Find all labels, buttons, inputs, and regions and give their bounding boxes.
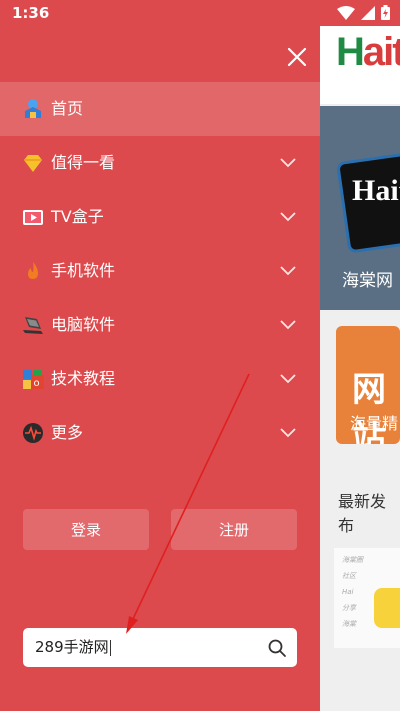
- thumb-decor: 海棠圈 社区 Hai 分享 海棠: [342, 556, 363, 628]
- menu-label: 值得一看: [51, 153, 116, 172]
- menu-label: 电脑软件: [51, 315, 116, 334]
- pulse-icon: [23, 423, 43, 443]
- close-icon: [287, 47, 307, 67]
- system-icons: [337, 5, 390, 20]
- status-bar: 1:36: [0, 0, 400, 26]
- chevron-down-icon: [280, 212, 296, 222]
- promo-caption: 海量精: [350, 414, 399, 433]
- navigation-drawer: 首页 值得一看 TV盒子 手机软件 电脑软件 o 技术教程 更多 登录 注册 2…: [0, 26, 320, 711]
- menu-item-pc-software[interactable]: 电脑软件: [0, 298, 320, 352]
- diamond-icon: [24, 155, 42, 172]
- wifi-icon: [337, 5, 355, 20]
- menu-item-more[interactable]: 更多: [0, 406, 320, 460]
- menu-item-worth-seeing[interactable]: 值得一看: [0, 136, 320, 190]
- site-logo: Hait: [336, 30, 400, 74]
- tv-overlay-text: Hait: [352, 174, 400, 207]
- search-input[interactable]: 289手游网: [35, 628, 111, 667]
- office-icon: o: [23, 370, 44, 389]
- menu-label: 手机软件: [51, 261, 116, 280]
- chevron-down-icon: [280, 428, 296, 438]
- menu-item-tutorials[interactable]: o 技术教程: [0, 352, 320, 406]
- background-page: Hait Hait 海棠网 网站 海量精 最新发布 海棠圈社区Hai分享海棠: [320, 26, 400, 711]
- search-icon[interactable]: [267, 638, 287, 658]
- promo-card[interactable]: 网站 海量精: [336, 326, 400, 444]
- text-caret: [109, 639, 111, 656]
- menu-label: TV盒子: [51, 207, 104, 226]
- menu-label: 首页: [51, 99, 84, 118]
- featured-caption: 海棠网: [342, 271, 393, 291]
- register-button[interactable]: 注册: [171, 509, 297, 550]
- tv-play-icon: [23, 210, 43, 225]
- chevron-down-icon: [280, 320, 296, 330]
- chevron-down-icon: [280, 374, 296, 384]
- menu-item-home[interactable]: 首页: [0, 82, 320, 136]
- status-time: 1:36: [12, 4, 50, 22]
- site-header: Hait: [320, 26, 400, 104]
- menu-label: 技术教程: [51, 369, 116, 388]
- battery-icon: [381, 5, 390, 20]
- menu-item-tv-box[interactable]: TV盒子: [0, 190, 320, 244]
- flame-icon: [28, 262, 38, 279]
- app-logo-icon: [374, 588, 400, 628]
- chevron-down-icon: [280, 158, 296, 168]
- close-button[interactable]: [280, 40, 314, 74]
- home-icon: [25, 99, 41, 118]
- featured-card[interactable]: Hait 海棠网: [320, 106, 400, 310]
- chevron-down-icon: [280, 266, 296, 276]
- login-button[interactable]: 登录: [23, 509, 149, 550]
- menu-item-mobile-software[interactable]: 手机软件: [0, 244, 320, 298]
- article-thumbnail[interactable]: 海棠圈 社区 Hai 分享 海棠: [334, 548, 400, 648]
- search-box[interactable]: 289手游网: [23, 628, 297, 667]
- menu-label: 更多: [51, 423, 84, 442]
- section-title: 最新发布: [338, 492, 387, 535]
- svg-text:o: o: [34, 378, 40, 389]
- laptop-icon: [23, 317, 43, 334]
- signal-icon: [361, 5, 375, 20]
